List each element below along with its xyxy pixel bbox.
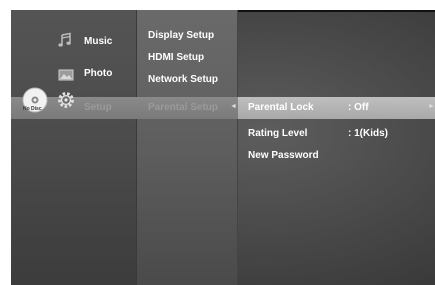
option-rating-level-label[interactable]: Rating Level [248, 128, 307, 139]
gear-icon [56, 90, 76, 115]
option-parental-lock-label[interactable]: Parental Lock [248, 102, 314, 113]
option-parental-lock-value[interactable]: : Off [348, 102, 369, 113]
menu-item-music[interactable]: Music [84, 36, 112, 47]
photo-icon [58, 68, 74, 87]
tv-menu-screen: Music Photo No Disc Setup Display Setup … [11, 10, 435, 285]
column-divider [136, 10, 137, 285]
submenu-item-hdmi-setup[interactable]: HDMI Setup [148, 52, 204, 63]
chevron-left-icon: ◄ [230, 103, 237, 110]
main-menu-column [11, 10, 137, 285]
option-rating-level-value[interactable]: : 1(Kids) [348, 128, 388, 139]
no-disc-icon [22, 87, 48, 118]
menu-item-photo[interactable]: Photo [84, 68, 112, 79]
submenu-item-display-setup[interactable]: Display Setup [148, 30, 214, 41]
menu-item-setup[interactable]: Setup [84, 102, 112, 113]
column-divider [237, 10, 238, 285]
submenu-item-parental-setup[interactable]: Parental Setup [148, 102, 218, 113]
music-note-icon [57, 32, 73, 53]
no-disc-label: No Disc [23, 106, 42, 112]
chevron-right-icon[interactable]: ► [428, 103, 435, 110]
option-new-password-label[interactable]: New Password [248, 150, 319, 161]
submenu-item-network-setup[interactable]: Network Setup [148, 74, 218, 85]
